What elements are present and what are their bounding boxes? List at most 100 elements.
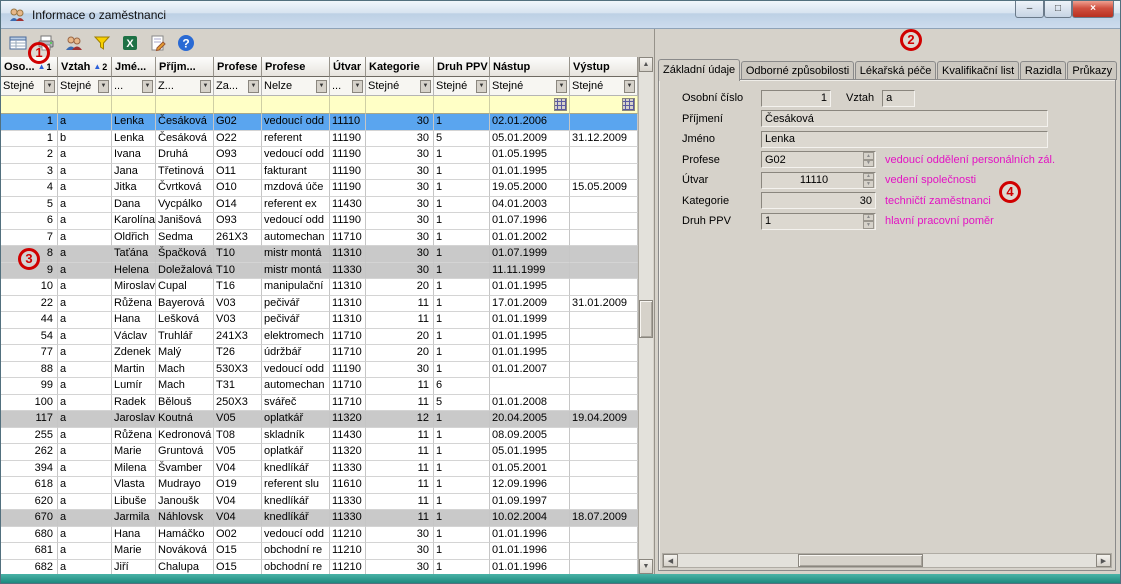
profese-field[interactable]: G02▲▼ bbox=[761, 151, 876, 168]
spinner-up-icon[interactable]: ▲ bbox=[863, 173, 874, 181]
column-header-profese-nazev[interactable]: Profese bbox=[262, 57, 330, 77]
table-row[interactable]: 4aJitkaČvrtkováO10mzdová úče1119030119.0… bbox=[1, 180, 638, 197]
prijmeni-field[interactable]: Česáková bbox=[761, 110, 1048, 127]
filter-op-druh-ppv[interactable]: Stejné▼ bbox=[434, 77, 490, 96]
column-header-prijmeni[interactable]: Příjm... bbox=[156, 57, 214, 77]
table-row[interactable]: 44aHanaLeškováV03pečivář1131011101.01.19… bbox=[1, 312, 638, 329]
tab-razidla[interactable]: Razidla bbox=[1020, 61, 1067, 80]
filter-input-vztah[interactable] bbox=[58, 96, 112, 114]
table-row[interactable]: 9aHelenaDoležalováT10mistr montá11330301… bbox=[1, 263, 638, 280]
close-button[interactable]: × bbox=[1072, 1, 1114, 18]
utvar-field[interactable]: 11110▲▼ bbox=[761, 172, 876, 189]
grid-filter-picker-button[interactable] bbox=[622, 98, 635, 111]
horizontal-scrollbar[interactable]: ◀ ▶ bbox=[662, 553, 1112, 568]
filter-op-vztah[interactable]: Stejné▼ bbox=[58, 77, 112, 96]
dropdown-arrow-icon[interactable]: ▼ bbox=[476, 80, 487, 93]
filter-op-nastup[interactable]: Stejné▼ bbox=[490, 77, 570, 96]
table-row[interactable]: 1bLenkaČesákováO22referent1119030505.01.… bbox=[1, 131, 638, 148]
table-row[interactable]: 22aRůženaBayerováV03pečivář1131011117.01… bbox=[1, 296, 638, 313]
vztah-field[interactable]: a bbox=[882, 90, 915, 107]
table-row[interactable]: 77aZdenekMalýT26údržbář1171020101.01.199… bbox=[1, 345, 638, 362]
table-row[interactable]: 1aLenkaČesákováG02vedoucí odd1111030102.… bbox=[1, 114, 638, 131]
table-row[interactable]: 262aMarieGruntováV05oplatkář1132011105.0… bbox=[1, 444, 638, 461]
table-row[interactable]: 117aJaroslavaKoutnáV05oplatkář1132012120… bbox=[1, 411, 638, 428]
dropdown-arrow-icon[interactable]: ▼ bbox=[624, 80, 635, 93]
jmeno-field[interactable]: Lenka bbox=[761, 131, 1048, 148]
filter-op-profese-kod[interactable]: Za...▼ bbox=[214, 77, 262, 96]
table-row[interactable]: 681aMarieNovákováO15obchodní re112103010… bbox=[1, 543, 638, 560]
table-row[interactable]: 670aJarmilaNáhlovskV04knedlíkář113301111… bbox=[1, 510, 638, 527]
filter-op-vystup[interactable]: Stejné▼ bbox=[570, 77, 638, 96]
table-row[interactable]: 394aMilenaŠvamberV04knedlíkář1133011101.… bbox=[1, 461, 638, 478]
help-button[interactable]: ? bbox=[173, 31, 199, 56]
dropdown-arrow-icon[interactable]: ▼ bbox=[98, 80, 109, 93]
vscroll-thumb[interactable] bbox=[639, 300, 653, 338]
dropdown-arrow-icon[interactable]: ▼ bbox=[44, 80, 55, 93]
table-row[interactable]: 8aTaťánaŠpačkováT10mistr montá1131030101… bbox=[1, 246, 638, 263]
filter-input-prijmeni[interactable] bbox=[156, 96, 214, 114]
filter-input-profese-kod[interactable] bbox=[214, 96, 262, 114]
dropdown-arrow-icon[interactable]: ▼ bbox=[420, 80, 431, 93]
vscroll-track[interactable] bbox=[639, 72, 653, 559]
dropdown-arrow-icon[interactable]: ▼ bbox=[248, 80, 259, 93]
column-header-profese-kod[interactable]: Profese bbox=[214, 57, 262, 77]
dropdown-arrow-icon[interactable]: ▼ bbox=[142, 80, 153, 93]
filter-op-profese-nazev[interactable]: Nelze▼ bbox=[262, 77, 330, 96]
table-row[interactable]: 618aVlastaMudrayoO19referent slu11610111… bbox=[1, 477, 638, 494]
druh-ppv-field[interactable]: 1▲▼ bbox=[761, 213, 876, 230]
column-header-osobni-cislo[interactable]: Oso...▲1 bbox=[1, 57, 58, 77]
scroll-left-button[interactable]: ◀ bbox=[663, 554, 678, 567]
table-row[interactable]: 100aRadekBělouš250X3svářeč1171011501.01.… bbox=[1, 395, 638, 412]
hscroll-track[interactable] bbox=[678, 554, 1096, 567]
column-header-kategorie[interactable]: Kategorie bbox=[366, 57, 434, 77]
table-row[interactable]: 680aHanaHamáčkoO02vedoucí odd1121030101.… bbox=[1, 527, 638, 544]
dropdown-arrow-icon[interactable]: ▼ bbox=[556, 80, 567, 93]
scroll-down-button[interactable]: ▼ bbox=[639, 559, 653, 574]
filter-input-profese-nazev[interactable] bbox=[262, 96, 330, 114]
tab-lekarska-pece[interactable]: Lékařská péče bbox=[855, 61, 936, 80]
edit-button[interactable] bbox=[145, 31, 171, 56]
filter-input-nastup[interactable] bbox=[490, 96, 570, 114]
dropdown-arrow-icon[interactable]: ▼ bbox=[316, 80, 327, 93]
column-header-utvar[interactable]: Útvar bbox=[330, 57, 366, 77]
dropdown-arrow-icon[interactable]: ▼ bbox=[352, 80, 363, 93]
table-row[interactable]: 99aLumírMachT31automechan11710116 bbox=[1, 378, 638, 395]
excel-export-button[interactable]: X bbox=[117, 31, 143, 56]
table-row[interactable]: 3aJanaTřetinováO11fakturant1119030101.01… bbox=[1, 164, 638, 181]
filter-input-vystup[interactable] bbox=[570, 96, 638, 114]
filter-input-utvar[interactable] bbox=[330, 96, 366, 114]
table-row[interactable]: 5aDanaVycpálkoO14referent ex1143030104.0… bbox=[1, 197, 638, 214]
table-row[interactable]: 620aLibušeJanouškV04knedlíkář1133011101.… bbox=[1, 494, 638, 511]
column-header-druh-ppv[interactable]: Druh PPV bbox=[434, 57, 490, 77]
grid-filter-picker-button[interactable] bbox=[554, 98, 567, 111]
titlebar[interactable]: Informace o zaměstnanci – □ × bbox=[1, 1, 1120, 29]
tab-odborne-zpusobilosti[interactable]: Odborné způsobilosti bbox=[741, 61, 854, 80]
table-row[interactable]: 6aKarolínaJanišováO93vedoucí odd11190301… bbox=[1, 213, 638, 230]
minimize-button[interactable]: – bbox=[1015, 1, 1044, 18]
filter-op-utvar[interactable]: ...▼ bbox=[330, 77, 366, 96]
table-row[interactable]: 682aJiříChalupaO15obchodní re1121030101.… bbox=[1, 560, 638, 575]
employees-button[interactable] bbox=[61, 31, 87, 56]
dropdown-arrow-icon[interactable]: ▼ bbox=[200, 80, 211, 93]
spinner-down-icon[interactable]: ▼ bbox=[863, 221, 874, 229]
filter-input-kategorie[interactable] bbox=[366, 96, 434, 114]
tab-zakladni-udaje[interactable]: Základní údaje bbox=[658, 59, 740, 81]
table-row[interactable]: 10aMiroslavCupalT16manipulační1131020101… bbox=[1, 279, 638, 296]
hscroll-thumb[interactable] bbox=[798, 554, 923, 567]
kategorie-field[interactable]: 30 bbox=[761, 192, 876, 209]
scroll-up-button[interactable]: ▲ bbox=[639, 57, 653, 72]
table-row[interactable]: 255aRůženaKedronováT08skladník1143011108… bbox=[1, 428, 638, 445]
column-header-nastup[interactable]: Nástup bbox=[490, 57, 570, 77]
table-row[interactable]: 7aOldřichSedma261X3automechan1171030101.… bbox=[1, 230, 638, 247]
vertical-scrollbar[interactable]: ▲ ▼ bbox=[638, 57, 653, 574]
spinner-down-icon[interactable]: ▼ bbox=[863, 160, 874, 168]
spinner-down-icon[interactable]: ▼ bbox=[863, 180, 874, 188]
maximize-button[interactable]: □ bbox=[1044, 1, 1072, 18]
filter-op-kategorie[interactable]: Stejné▼ bbox=[366, 77, 434, 96]
filter-op-jmeno[interactable]: ...▼ bbox=[112, 77, 156, 96]
column-header-jmeno[interactable]: Jmé... bbox=[112, 57, 156, 77]
scroll-right-button[interactable]: ▶ bbox=[1096, 554, 1111, 567]
table-row[interactable]: 88aMartinMach530X3vedoucí odd1119030101.… bbox=[1, 362, 638, 379]
filter-button[interactable] bbox=[89, 31, 115, 56]
osobni-cislo-field[interactable]: 1 bbox=[761, 90, 831, 107]
